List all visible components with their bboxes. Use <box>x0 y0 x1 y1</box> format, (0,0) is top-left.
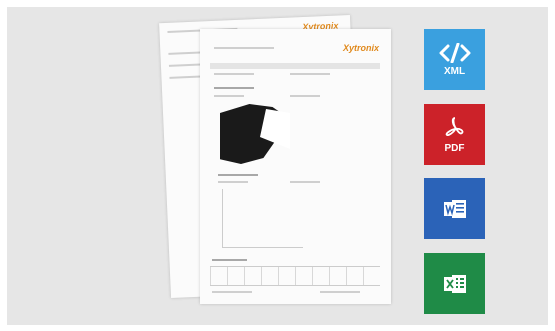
brand-logo: Xytronix <box>342 43 379 53</box>
data-table <box>210 266 380 286</box>
pdf-icon <box>444 116 466 140</box>
section-heading <box>218 174 258 176</box>
section-heading <box>212 259 247 261</box>
pdf-label: PDF <box>444 142 465 154</box>
code-icon <box>438 42 472 63</box>
excel-export-tile[interactable] <box>424 253 485 314</box>
word-icon <box>441 195 469 223</box>
pdf-export-tile[interactable]: PDF <box>424 104 485 165</box>
xml-export-tile[interactable]: XML <box>424 29 485 90</box>
chart-area <box>222 189 303 248</box>
section-heading <box>214 87 254 89</box>
xml-label: XML <box>443 65 466 77</box>
document-preview-front: Xytronix <box>200 29 391 304</box>
header-bar <box>210 63 380 69</box>
excel-icon <box>441 270 469 298</box>
word-export-tile[interactable] <box>424 178 485 239</box>
